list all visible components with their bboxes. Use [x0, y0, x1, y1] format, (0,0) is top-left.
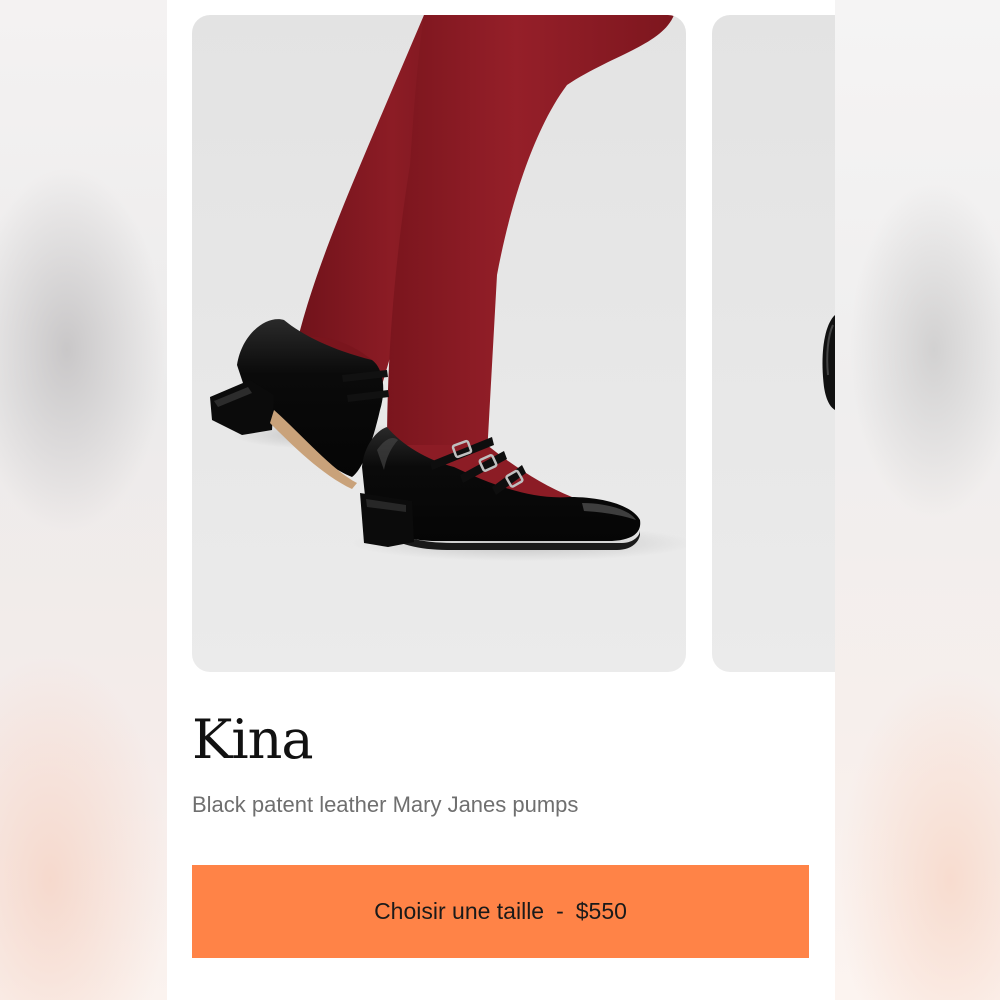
image-carousel[interactable] — [192, 15, 835, 672]
shoe-photo-illustration — [210, 15, 686, 561]
product-image-main[interactable] — [192, 15, 686, 672]
choose-size-button[interactable]: Choisir une taille - $550 — [192, 865, 809, 958]
next-photo-illustration — [822, 315, 835, 410]
product-screen: Kina Black patent leather Mary Janes pum… — [167, 0, 835, 1000]
blurred-backdrop-right — [835, 0, 1000, 1000]
product-name: Kina — [192, 708, 314, 771]
price-label: $550 — [575, 898, 627, 924]
product-image-next[interactable] — [712, 15, 835, 672]
product-description: Black patent leather Mary Janes pumps — [192, 792, 579, 817]
choose-size-label: Choisir une taille — [374, 898, 545, 924]
blurred-backdrop-left — [0, 0, 167, 1000]
cta-separator: - — [556, 898, 564, 924]
